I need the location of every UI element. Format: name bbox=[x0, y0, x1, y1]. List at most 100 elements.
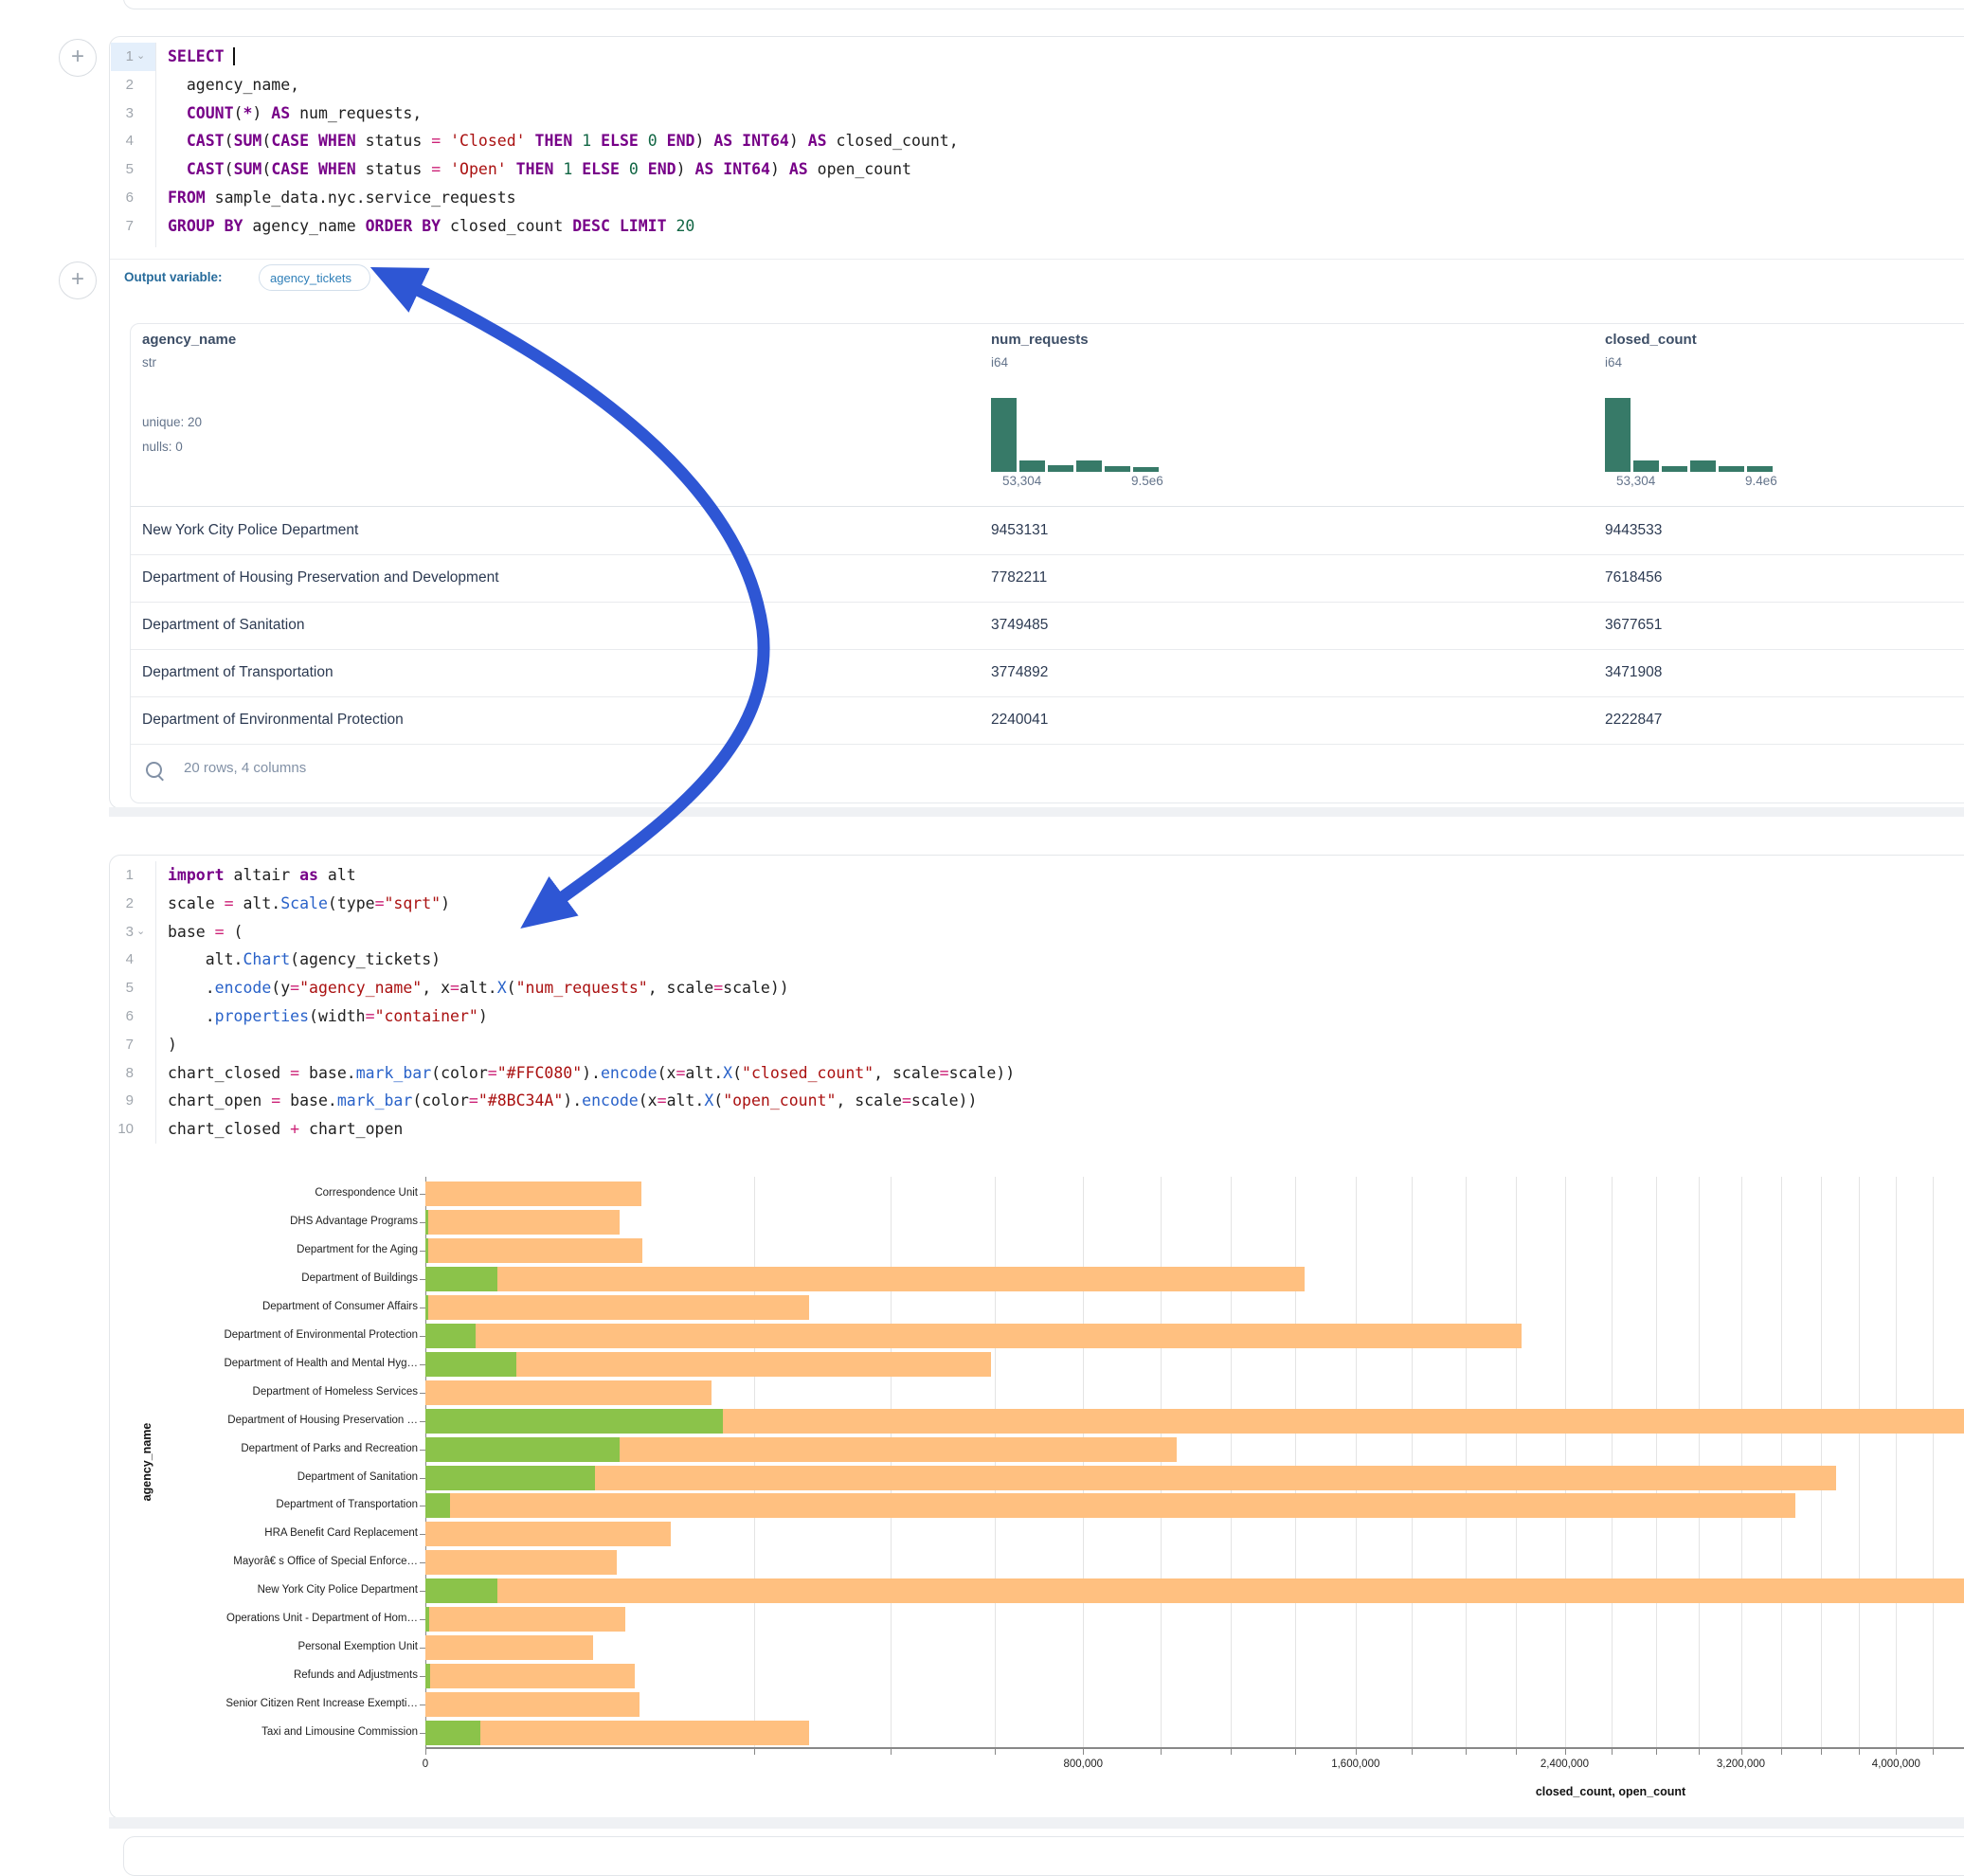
bar-closed-count[interactable] bbox=[425, 1324, 1522, 1348]
bar-closed-count[interactable] bbox=[425, 1493, 1795, 1518]
code-token: ) bbox=[676, 160, 695, 178]
x-axis-tick bbox=[1466, 1748, 1467, 1755]
x-axis-tick bbox=[1565, 1748, 1566, 1755]
python-line[interactable]: 1import altair as alt bbox=[110, 861, 1964, 890]
python-line[interactable]: 2scale = alt.Scale(type="sqrt") bbox=[110, 890, 1964, 918]
python-line[interactable]: 6 .properties(width="container") bbox=[110, 1002, 1964, 1031]
bar-closed-count[interactable] bbox=[425, 1692, 640, 1717]
python-line[interactable]: 10chart_closed + chart_open bbox=[110, 1115, 1964, 1144]
bar-closed-count[interactable] bbox=[425, 1182, 641, 1206]
x-axis-tick bbox=[1516, 1748, 1517, 1755]
line-number: 6 bbox=[110, 184, 134, 212]
bar-closed-count[interactable] bbox=[425, 1466, 1836, 1490]
bar-open-count[interactable] bbox=[425, 1493, 450, 1518]
sql-line[interactable]: 4 CAST(SUM(CASE WHEN status = 'Closed' T… bbox=[110, 127, 1964, 155]
x-axis-tick bbox=[1412, 1748, 1413, 1755]
chevron-down-icon[interactable]: ⌄ bbox=[136, 918, 153, 947]
bar-closed-count[interactable] bbox=[425, 1295, 809, 1320]
code-token: = bbox=[431, 132, 441, 150]
code-token: DESC bbox=[572, 217, 610, 235]
output-variable-pill[interactable]: agency_tickets bbox=[259, 264, 370, 291]
y-axis-label: Department of Housing Preservation … bbox=[0, 1415, 418, 1426]
column-name[interactable]: closed_count bbox=[1605, 332, 1697, 348]
table-row[interactable]: Department of Housing Preservation and D… bbox=[131, 554, 1964, 603]
bar-open-count[interactable] bbox=[425, 1466, 595, 1490]
y-axis-tick bbox=[420, 1279, 425, 1280]
bar-open-count[interactable] bbox=[425, 1721, 480, 1745]
column-stats: unique: 20 bbox=[142, 415, 202, 429]
bar-closed-count[interactable] bbox=[425, 1380, 712, 1405]
y-axis-label: New York City Police Department bbox=[0, 1584, 418, 1596]
bar-closed-count[interactable] bbox=[425, 1210, 620, 1235]
sql-line[interactable]: 5 CAST(SUM(CASE WHEN status = 'Open' THE… bbox=[110, 155, 1964, 184]
code-token: 0 bbox=[629, 160, 639, 178]
table-header: agency_namestrunique: 20nulls: 0num_requ… bbox=[131, 324, 1964, 507]
histogram-max-label: 9.5e6 bbox=[1131, 474, 1163, 488]
bar-closed-count[interactable] bbox=[425, 1664, 635, 1688]
python-line[interactable]: 9chart_open = base.mark_bar(color="#8BC3… bbox=[110, 1087, 1964, 1115]
code-token: GROUP bbox=[168, 217, 215, 235]
column-name[interactable]: num_requests bbox=[991, 332, 1089, 348]
code-token bbox=[412, 217, 422, 235]
table-cell: 2240041 bbox=[991, 696, 1048, 744]
table-row[interactable]: Department of Environmental Protection22… bbox=[131, 696, 1964, 745]
bar-closed-count[interactable] bbox=[425, 1578, 1964, 1603]
sql-line[interactable]: 1⌄SELECT bbox=[110, 43, 1964, 71]
code-token: chart_open bbox=[299, 1120, 403, 1138]
y-axis-tick bbox=[420, 1478, 425, 1479]
bar-open-count[interactable] bbox=[425, 1324, 476, 1348]
column-name[interactable]: agency_name bbox=[142, 332, 236, 348]
sql-line[interactable]: 3 COUNT(*) AS num_requests, bbox=[110, 99, 1964, 128]
table-row[interactable]: Department of Transportation377489234719… bbox=[131, 649, 1964, 697]
code-token: status bbox=[356, 132, 431, 150]
code-token: chart_open bbox=[168, 1091, 271, 1109]
bar-open-count[interactable] bbox=[425, 1238, 428, 1263]
python-line[interactable]: 4 alt.Chart(agency_tickets) bbox=[110, 946, 1964, 974]
code-token: AS bbox=[271, 104, 290, 122]
python-editor[interactable]: 1import altair as alt2scale = alt.Scale(… bbox=[110, 861, 1964, 1144]
bar-closed-count[interactable] bbox=[425, 1267, 1305, 1291]
bar-closed-count[interactable] bbox=[425, 1721, 809, 1745]
bar-open-count[interactable] bbox=[425, 1295, 428, 1320]
gridline bbox=[1741, 1177, 1742, 1747]
bar-closed-count[interactable] bbox=[425, 1550, 617, 1575]
bar-open-count[interactable] bbox=[425, 1267, 497, 1291]
chevron-down-icon[interactable]: ⌄ bbox=[136, 43, 153, 71]
sql-editor[interactable]: 1⌄SELECT2 agency_name,3 COUNT(*) AS num_… bbox=[110, 43, 1964, 241]
cell-section-divider bbox=[110, 259, 1964, 260]
bar-open-count[interactable] bbox=[425, 1210, 428, 1235]
bar-closed-count[interactable] bbox=[425, 1607, 625, 1632]
python-line[interactable]: 5 .encode(y="agency_name", x=alt.X("num_… bbox=[110, 974, 1964, 1002]
table-row[interactable]: New York City Police Department945313194… bbox=[131, 507, 1964, 555]
line-number: 4 bbox=[110, 946, 134, 974]
code-text: SELECT bbox=[168, 43, 235, 71]
line-number: 9 bbox=[110, 1087, 134, 1115]
bar-open-count[interactable] bbox=[425, 1607, 429, 1632]
x-axis-tick bbox=[1699, 1748, 1700, 1755]
add-cell-button-top[interactable]: + bbox=[59, 39, 97, 77]
bar-open-count[interactable] bbox=[425, 1578, 497, 1603]
sql-line[interactable]: 7 GROUP BY agency_name ORDER BY closed_co… bbox=[110, 212, 1964, 241]
add-cell-button-output[interactable]: + bbox=[59, 262, 97, 299]
bar-open-count[interactable] bbox=[425, 1437, 620, 1462]
table-cell: 3471908 bbox=[1605, 649, 1662, 696]
bar-open-count[interactable] bbox=[425, 1352, 516, 1377]
table-row[interactable]: Department of Sanitation37494853677651 bbox=[131, 602, 1964, 650]
bar-open-count[interactable] bbox=[425, 1409, 723, 1434]
line-number: 7 bbox=[110, 212, 134, 241]
sql-line[interactable]: 6FROM sample_data.nyc.service_requests bbox=[110, 184, 1964, 212]
x-axis-line bbox=[425, 1747, 1964, 1749]
code-token: agency_name, bbox=[168, 76, 299, 94]
bar-closed-count[interactable] bbox=[425, 1238, 642, 1263]
bar-closed-count[interactable] bbox=[425, 1522, 671, 1546]
python-line[interactable]: 8chart_closed = base.mark_bar(color="#FF… bbox=[110, 1059, 1964, 1088]
bar-open-count[interactable] bbox=[425, 1664, 430, 1688]
search-icon[interactable] bbox=[146, 762, 162, 778]
bar-closed-count[interactable] bbox=[425, 1635, 593, 1660]
code-text: GROUP BY agency_name ORDER BY closed_cou… bbox=[168, 212, 694, 241]
code-token: alt. bbox=[459, 979, 497, 997]
sql-line[interactable]: 2 agency_name, bbox=[110, 71, 1964, 99]
python-line[interactable]: 3⌄base = ( bbox=[110, 918, 1964, 947]
python-line[interactable]: 7) bbox=[110, 1031, 1964, 1059]
code-token: ) bbox=[770, 160, 789, 178]
